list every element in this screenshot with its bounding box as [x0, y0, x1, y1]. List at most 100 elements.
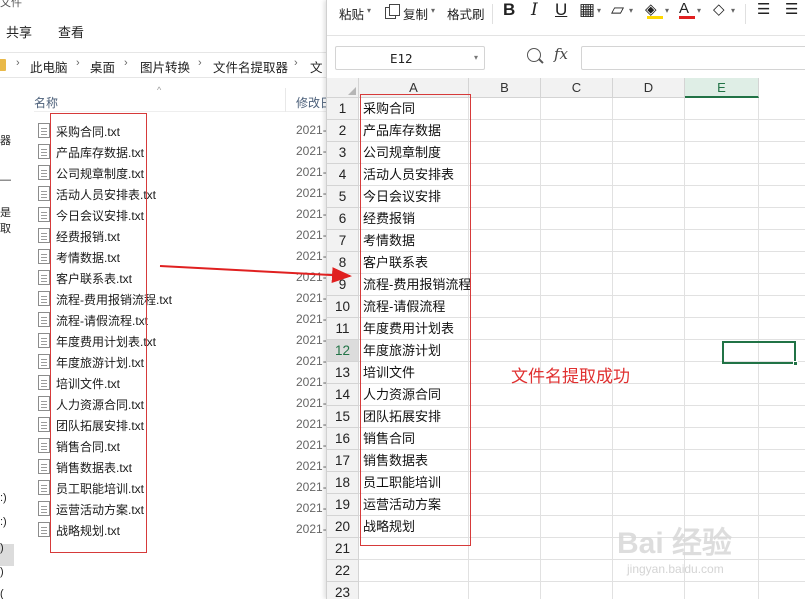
copy-icon[interactable] — [385, 4, 400, 19]
format-painter-button[interactable]: 格式刷 — [447, 4, 485, 23]
column-header-e[interactable]: E — [685, 78, 759, 98]
breadcrumb-image-convert[interactable]: 图片转换 — [140, 57, 190, 76]
toolbar-separator — [745, 4, 746, 24]
text-file-icon — [38, 291, 50, 306]
row-header-16[interactable]: 16 — [327, 428, 359, 450]
column-header-name[interactable]: 名称 — [34, 94, 58, 111]
align-center-icon[interactable]: ☰ — [785, 0, 798, 18]
column-header-d[interactable]: D — [613, 78, 685, 98]
insert-function-button[interactable]: fx — [554, 45, 568, 63]
row-header-12[interactable]: 12 — [327, 340, 359, 362]
name-box[interactable]: E12 ▾ — [335, 46, 485, 70]
worksheet-grid[interactable]: A B C D E 1 采购合同 2 产品库存数据 3 公司规章制度 4 活动人员安排表 5 今日会议安排 6… — [327, 78, 805, 599]
text-file-icon — [38, 522, 50, 537]
file-modified-date: 2021- — [296, 270, 327, 284]
text-file-icon — [38, 438, 50, 453]
breadcrumb-desktop[interactable]: 桌面 — [90, 57, 115, 76]
bold-button[interactable]: B — [503, 0, 515, 20]
ribbon-tab-share[interactable]: 共享 — [6, 22, 32, 41]
row-header-7[interactable]: 7 — [327, 230, 359, 252]
row-header-15[interactable]: 15 — [327, 406, 359, 428]
column-header-c[interactable]: C — [541, 78, 613, 98]
zoom-icon[interactable] — [527, 48, 541, 62]
breadcrumb-filename-extractor[interactable]: 文件名提取器 — [213, 57, 288, 76]
row-header-14[interactable]: 14 — [327, 384, 359, 406]
chevron-down-icon[interactable]: ▾ — [474, 53, 478, 62]
chevron-down-icon[interactable]: ▾ — [697, 6, 701, 15]
underline-button[interactable]: U — [555, 0, 567, 20]
folder-icon — [0, 59, 6, 71]
chevron-down-icon[interactable]: ▾ — [431, 6, 435, 15]
fill-handle[interactable] — [793, 361, 798, 366]
align-left-icon[interactable]: ☰ — [757, 0, 770, 18]
row-header-18[interactable]: 18 — [327, 472, 359, 494]
chevron-down-icon[interactable]: ▾ — [731, 6, 735, 15]
row-header-2[interactable]: 2 — [327, 120, 359, 142]
column-header-modified[interactable]: 修改日 — [296, 94, 330, 111]
row-header-11[interactable]: 11 — [327, 318, 359, 340]
address-bar[interactable]: › 此电脑 › 桌面 › 图片转换 › 文件名提取器 › 文 — [0, 52, 330, 78]
chevron-down-icon[interactable]: ▾ — [665, 6, 669, 15]
file-list-header: 名称 ^ 修改日 — [34, 85, 330, 112]
row-header-8[interactable]: 8 — [327, 252, 359, 274]
chevron-right-icon: › — [294, 57, 298, 69]
breadcrumb-this-pc[interactable]: 此电脑 — [30, 57, 68, 76]
file-modified-date: 2021- — [296, 207, 327, 221]
file-modified-date: 2021- — [296, 312, 327, 326]
nav-item-fragment[interactable]: :) — [0, 492, 7, 504]
cell-style-icon[interactable]: ▱ — [611, 0, 624, 20]
row-header-20[interactable]: 20 — [327, 516, 359, 538]
paste-button[interactable]: 粘贴 — [339, 4, 364, 23]
column-divider[interactable] — [285, 88, 286, 112]
copy-button[interactable]: 复制 — [403, 4, 428, 23]
row-header-17[interactable]: 17 — [327, 450, 359, 472]
breadcrumb-current[interactable]: 文 — [310, 57, 323, 76]
chevron-down-icon[interactable]: ▾ — [367, 6, 371, 15]
row-header-10[interactable]: 10 — [327, 296, 359, 318]
text-file-icon — [38, 249, 50, 264]
column-header-b[interactable]: B — [469, 78, 541, 98]
text-file-icon — [38, 186, 50, 201]
row-header-19[interactable]: 19 — [327, 494, 359, 516]
eraser-icon[interactable]: ◇ — [713, 0, 725, 18]
nav-item-fragment[interactable]: 是取 — [0, 204, 18, 236]
nav-item-fragment[interactable]: :) — [0, 516, 7, 528]
ribbon-tab-view[interactable]: 查看 — [58, 22, 84, 41]
row-header-6[interactable]: 6 — [327, 208, 359, 230]
chevron-down-icon[interactable]: ▾ — [597, 6, 601, 15]
italic-button[interactable]: I — [531, 0, 538, 20]
nav-item-fragment[interactable]: 器 — [0, 132, 11, 148]
grid-column-line — [540, 98, 541, 599]
row-header-5[interactable]: 5 — [327, 186, 359, 208]
file-modified-date: 2021- — [296, 459, 327, 473]
file-modified-date: 2021- — [296, 438, 327, 452]
file-modified-date: 2021- — [296, 228, 327, 242]
file-modified-date: 2021- — [296, 522, 327, 536]
text-file-icon — [38, 480, 50, 495]
chevron-down-icon[interactable]: ▾ — [629, 6, 633, 15]
nav-item-fragment[interactable]: ) — [0, 566, 4, 578]
text-file-icon — [38, 123, 50, 138]
row-header-9[interactable]: 9 — [327, 274, 359, 296]
text-file-icon — [38, 228, 50, 243]
name-box-value: E12 — [390, 51, 413, 66]
chevron-right-icon: › — [124, 57, 128, 69]
text-file-icon — [38, 501, 50, 516]
font-color-icon[interactable]: A — [679, 0, 689, 17]
select-all-corner[interactable] — [327, 78, 359, 98]
row-header-3[interactable]: 3 — [327, 142, 359, 164]
nav-item-fragment[interactable]: ) — [0, 542, 4, 554]
nav-item-fragment[interactable]: ( — [0, 588, 4, 599]
border-icon[interactable]: ▦ — [579, 0, 595, 20]
row-header-23[interactable]: 23 — [327, 582, 359, 599]
spreadsheet-window: 粘贴 ▾ 复制 ▾ 格式刷 B I U ▦ ▾ ▱ ▾ ◈ ▾ A ▾ ◇ ▾ … — [326, 0, 805, 599]
row-header-4[interactable]: 4 — [327, 164, 359, 186]
file-modified-date: 2021- — [296, 501, 327, 515]
row-header-22[interactable]: 22 — [327, 560, 359, 582]
nav-item-fragment[interactable]: — — [0, 174, 11, 186]
formula-input[interactable] — [581, 46, 805, 70]
row-header-13[interactable]: 13 — [327, 362, 359, 384]
row-header-1[interactable]: 1 — [327, 98, 359, 120]
selected-cell-e12[interactable] — [722, 341, 798, 366]
row-header-21[interactable]: 21 — [327, 538, 359, 560]
